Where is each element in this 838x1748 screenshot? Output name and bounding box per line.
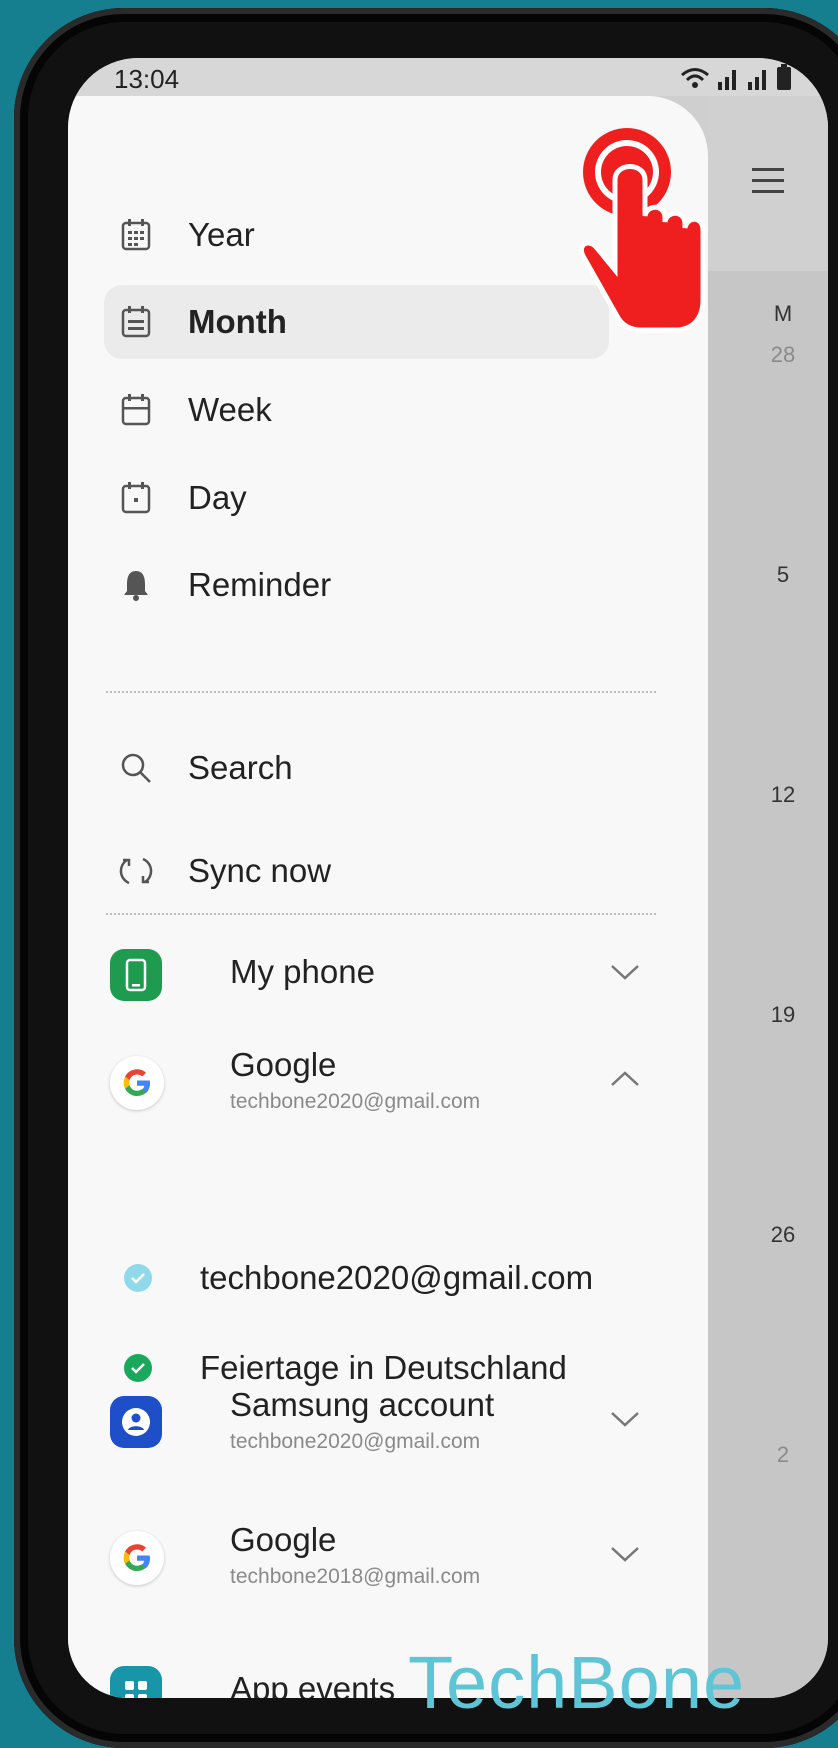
- tap-hand-icon: [579, 128, 706, 333]
- weekday-label: M: [773, 301, 793, 326]
- divider: [106, 913, 656, 915]
- nav-item-month[interactable]: Month: [104, 285, 609, 359]
- nav-item-sync[interactable]: Sync now: [104, 834, 609, 908]
- google-icon: [110, 1056, 164, 1110]
- account-google-2018[interactable]: Google techbone2018@gmail.com: [110, 1521, 650, 1611]
- calendar-item-label: techbone2020@gmail.com: [200, 1259, 594, 1296]
- calendar-grid-icon: [104, 215, 168, 255]
- nav-item-label: Reminder: [188, 566, 332, 603]
- calendar-month-icon: [104, 302, 168, 342]
- account-email: techbone2018@gmail.com: [230, 1565, 481, 1588]
- nav-item-label: Sync now: [188, 852, 332, 889]
- app-events-icon: [110, 1666, 162, 1698]
- nav-item-label: Month: [188, 303, 287, 340]
- divider: [106, 691, 656, 693]
- calendar-item-label: Feiertage in Deutschland: [200, 1349, 567, 1386]
- account-email: techbone2020@gmail.com: [230, 1090, 481, 1113]
- account-name: Google: [230, 1521, 337, 1558]
- account-google-2020[interactable]: Google techbone2020@gmail.com: [110, 1046, 650, 1136]
- calendar-day[interactable]: 2: [708, 1442, 828, 1468]
- signal-icon-2: [748, 70, 766, 90]
- sync-icon: [104, 851, 168, 891]
- account-my-phone[interactable]: My phone: [110, 939, 650, 1029]
- menu-icon[interactable]: [752, 166, 784, 196]
- phone-icon: [110, 949, 162, 1001]
- wifi-icon: [681, 68, 709, 88]
- search-icon: [104, 748, 168, 788]
- calendar-day-icon: [104, 478, 168, 518]
- watermark: TechBone: [408, 1641, 746, 1724]
- status-icons: [680, 64, 792, 90]
- nav-item-label: Search: [188, 749, 293, 786]
- calendar-day[interactable]: 5: [708, 562, 828, 588]
- calendar-day[interactable]: 28: [708, 342, 828, 368]
- battery-icon: [777, 64, 791, 90]
- account-name: My phone: [230, 953, 375, 990]
- checkmark-icon[interactable]: [124, 1354, 152, 1382]
- calendar-week-icon: [104, 390, 168, 430]
- nav-item-year[interactable]: Year: [104, 198, 609, 272]
- nav-item-label: Week: [188, 391, 272, 428]
- nav-item-label: Day: [188, 479, 247, 516]
- account-name: App events: [230, 1670, 396, 1698]
- calendar-day[interactable]: 12: [708, 782, 828, 808]
- account-name: Samsung account: [230, 1386, 495, 1423]
- calendar-day[interactable]: 19: [708, 1002, 828, 1028]
- nav-item-reminder[interactable]: Reminder: [104, 548, 609, 622]
- account-name: Google: [230, 1046, 337, 1083]
- samsung-account-icon: [110, 1396, 162, 1448]
- calendar-month-view[interactable]: M 28 5 12 19 26 2: [708, 96, 828, 1698]
- nav-item-day[interactable]: Day: [104, 461, 609, 535]
- chevron-down-icon[interactable]: [610, 1410, 640, 1428]
- account-email: techbone2020@gmail.com: [230, 1430, 481, 1453]
- chevron-down-icon[interactable]: [610, 1545, 640, 1563]
- nav-item-label: Year: [188, 216, 255, 253]
- checkmark-icon[interactable]: [124, 1264, 152, 1292]
- status-bar: 13:04: [68, 58, 828, 96]
- bell-icon: [104, 565, 168, 605]
- status-time: 13:04: [114, 64, 180, 94]
- signal-icon: [718, 70, 736, 90]
- chevron-down-icon[interactable]: [610, 963, 640, 981]
- nav-item-search[interactable]: Search: [104, 731, 609, 805]
- calendar-day[interactable]: 26: [708, 1222, 828, 1248]
- calendar-item-techbone2020[interactable]: techbone2020@gmail.com: [110, 1248, 670, 1308]
- chevron-up-icon[interactable]: [610, 1070, 640, 1088]
- google-icon: [110, 1531, 164, 1585]
- nav-item-week[interactable]: Week: [104, 373, 609, 447]
- account-samsung[interactable]: Samsung account techbone2020@gmail.com: [110, 1386, 650, 1476]
